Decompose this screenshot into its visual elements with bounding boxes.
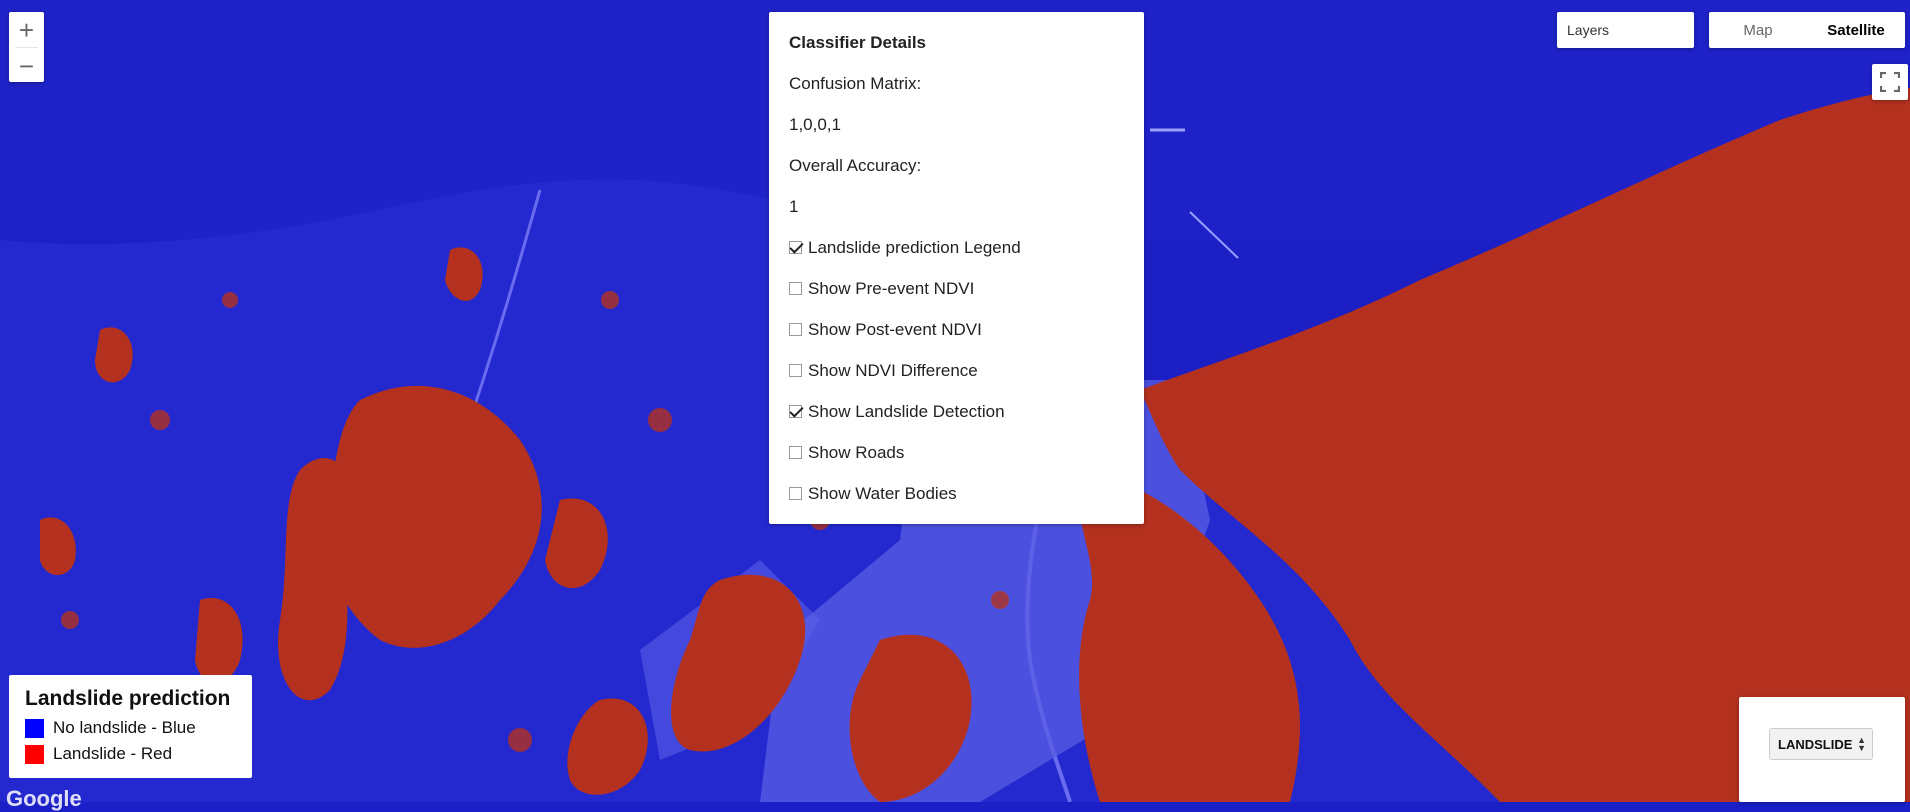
checkbox-row[interactable]: Show Landslide Detection: [789, 401, 1124, 422]
checkbox-row[interactable]: Show Water Bodies: [789, 483, 1124, 504]
checkbox-label: Show NDVI Difference: [808, 361, 978, 380]
checkbox-row[interactable]: Show Roads: [789, 442, 1124, 463]
confusion-matrix-value: 1,0,0,1: [789, 115, 841, 134]
map-type-satellite-button[interactable]: Satellite: [1807, 12, 1905, 48]
checkbox-row[interactable]: Show Post-event NDVI: [789, 319, 1124, 340]
checkbox[interactable]: [789, 282, 802, 295]
checkbox-label: Show Post-event NDVI: [808, 320, 982, 339]
legend-item-no-landslide: No landslide - Blue: [25, 715, 236, 741]
checkbox-label: Landslide prediction Legend: [808, 238, 1021, 257]
map-type-control: Map Satellite: [1709, 12, 1905, 48]
overall-accuracy-label: Overall Accuracy:: [789, 156, 922, 175]
overall-accuracy-value: 1: [789, 197, 799, 216]
checkbox-label: Show Pre-event NDVI: [808, 279, 975, 298]
zoom-in-button[interactable]: +: [9, 12, 44, 47]
checkbox-label: Show Water Bodies: [808, 484, 957, 503]
layer-select[interactable]: LANDSLIDE ▲ ▼: [1769, 728, 1873, 760]
layers-label: Layers: [1567, 22, 1610, 38]
legend-item-label: No landslide - Blue: [53, 718, 196, 737]
legend-swatch-red: [25, 744, 44, 764]
classifier-panel: Classifier Details Confusion Matrix: 1,0…: [769, 12, 1144, 524]
landslide-legend: Landslide prediction No landslide - Blue…: [9, 675, 252, 778]
checkbox[interactable]: [789, 323, 802, 336]
checkbox[interactable]: [789, 241, 802, 254]
google-logo: Google: [6, 786, 82, 811]
checkbox[interactable]: [789, 405, 802, 418]
legend-item-label: Landslide - Red: [53, 744, 173, 763]
checkbox[interactable]: [789, 364, 802, 377]
checkbox-row[interactable]: Landslide prediction Legend: [789, 237, 1124, 258]
zoom-control: + −: [9, 12, 44, 82]
zoom-out-button[interactable]: −: [9, 48, 44, 83]
fullscreen-button[interactable]: [1872, 64, 1908, 100]
panel-title: Classifier Details: [789, 33, 927, 52]
checkbox-label: Show Landslide Detection: [808, 402, 1005, 421]
checkbox[interactable]: [789, 446, 802, 459]
checkbox-row[interactable]: Show NDVI Difference: [789, 360, 1124, 381]
layers-dropdown[interactable]: Layers: [1557, 12, 1694, 48]
checkbox-row[interactable]: Show Pre-event NDVI: [789, 278, 1124, 299]
layer-select-value: LANDSLIDE: [1778, 736, 1853, 752]
legend-title: Landslide prediction: [25, 687, 231, 710]
legend-swatch-blue: [25, 718, 44, 738]
legend-item-landslide: Landslide - Red: [25, 741, 236, 767]
layer-checkbox-list: Landslide prediction Legend Show Pre-even…: [789, 237, 1124, 504]
layer-select-panel: LANDSLIDE ▲ ▼: [1739, 697, 1905, 802]
checkbox-label: Show Roads: [808, 443, 905, 462]
confusion-matrix-label: Confusion Matrix:: [789, 74, 922, 93]
select-updown-icon: ▲ ▼: [1857, 735, 1866, 753]
fullscreen-icon: [1880, 72, 1900, 92]
checkbox[interactable]: [789, 487, 802, 500]
map-type-map-button[interactable]: Map: [1709, 12, 1807, 48]
